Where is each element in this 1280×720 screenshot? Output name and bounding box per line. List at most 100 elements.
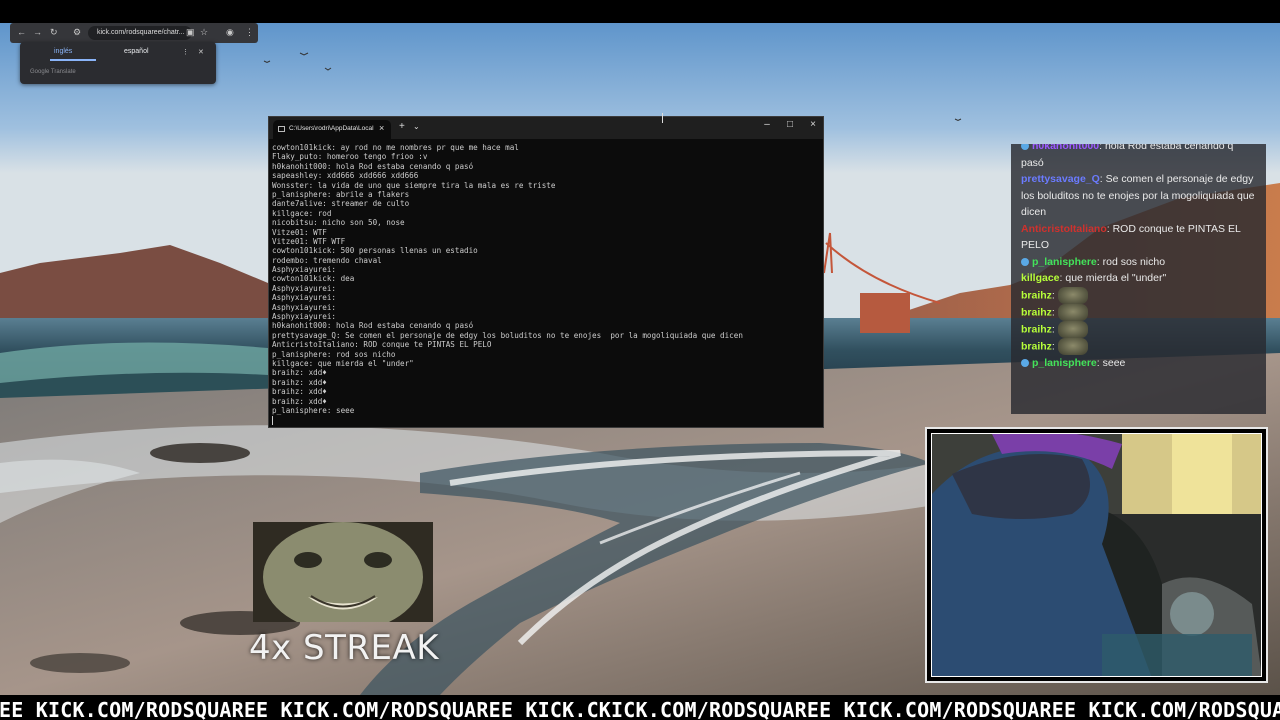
chat-message: braihz: bbox=[1011, 337, 1266, 355]
chat-username[interactable]: braihz bbox=[1021, 306, 1052, 318]
chat-username[interactable]: braihz bbox=[1021, 289, 1052, 301]
chat-text: : bbox=[1051, 339, 1055, 352]
chat-username[interactable]: braihz bbox=[1021, 340, 1052, 352]
translate-icon[interactable]: ▣ bbox=[186, 27, 195, 38]
terminal-line: cowton101kick: ay rod no me nombres pr q… bbox=[272, 143, 519, 152]
forward-icon[interactable]: → bbox=[33, 27, 42, 37]
reload-icon[interactable]: ↻ bbox=[50, 27, 58, 38]
chat-message: h0kanohit000: hola Rod estaba cenando q … bbox=[1011, 144, 1266, 171]
new-tab-icon[interactable]: + bbox=[399, 121, 405, 132]
minimize-icon[interactable]: – bbox=[757, 119, 777, 130]
terminal-line: cowton101kick: 500 personas llenas un es… bbox=[272, 246, 478, 256]
webcam-scene bbox=[932, 434, 1261, 676]
terminal-line: h0kanohit000: hola Rod estaba cenando q … bbox=[272, 321, 474, 331]
terminal-icon bbox=[278, 126, 285, 132]
chat-text: : rod sos nicho bbox=[1096, 255, 1166, 268]
chat-username[interactable]: p_lanisphere bbox=[1032, 256, 1097, 268]
chat-message: prettysavage_Q: Se comen el personaje de… bbox=[1011, 171, 1266, 221]
chat-emote-icon bbox=[1057, 303, 1088, 321]
chat-message: p_lanisphere: rod sos nicho bbox=[1011, 254, 1266, 271]
back-icon[interactable]: ← bbox=[17, 27, 26, 37]
browser-toolbar: ← → ↻ ⚙ kick.com/rodsquaree/chatr... ▣ ☆… bbox=[10, 23, 258, 43]
chat-username[interactable]: p_lanisphere bbox=[1032, 357, 1097, 369]
chat-badge-icon bbox=[1021, 257, 1029, 266]
terminal-line: braihz: xdd♦ bbox=[272, 368, 327, 378]
terminal-line: AnticristoItaliano: ROD conque te PINTAS… bbox=[272, 340, 492, 350]
streak-alert-image bbox=[253, 522, 433, 622]
profile-icon[interactable]: ◉ bbox=[226, 27, 234, 38]
chat-username[interactable]: AnticristoItaliano bbox=[1021, 223, 1107, 235]
terminal-line: dante7alive: streamer de culto bbox=[272, 199, 410, 209]
close-icon[interactable]: × bbox=[803, 119, 823, 130]
terminal-line: h0kanohit000: hola Rod estaba cenando q … bbox=[272, 161, 474, 171]
terminal-line: cowton101kick: dea bbox=[272, 274, 355, 284]
chat-badge-icon bbox=[1021, 144, 1029, 151]
terminal-line: Asphyxiayurei: bbox=[272, 302, 337, 312]
mouse-cursor bbox=[662, 113, 663, 123]
tab-close-icon[interactable]: × bbox=[379, 123, 384, 133]
terminal-window[interactable]: C:\Users\rodri\AppData\Local × + ⌄ – □ ×… bbox=[268, 116, 824, 428]
translate-close-icon[interactable]: ✕ bbox=[198, 48, 204, 56]
active-lang-underline bbox=[50, 59, 96, 61]
terminal-output[interactable]: cowton101kick: ay rod no me nombres pr q… bbox=[272, 143, 820, 426]
terminal-line: Wonsster: la vida de uno que siempre tir… bbox=[272, 180, 556, 190]
terminal-line: nicobitsu: nicho son 50, nose bbox=[272, 218, 405, 228]
chat-overlay: h0kanohit000: hola Rod estaba cenando q … bbox=[1011, 144, 1266, 414]
address-bar[interactable]: kick.com/rodsquaree/chatr... bbox=[88, 26, 192, 40]
terminal-tab[interactable]: C:\Users\rodri\AppData\Local × bbox=[273, 120, 391, 139]
maximize-icon[interactable]: □ bbox=[780, 119, 800, 130]
bookmark-star-icon[interactable]: ☆ bbox=[200, 27, 208, 38]
terminal-line: Asphyxiayurei: bbox=[272, 283, 337, 293]
chat-emote-icon bbox=[1057, 320, 1088, 338]
terminal-line: sapeashley: xdd666 xdd666 xdd666 bbox=[272, 171, 419, 181]
top-black-bar bbox=[0, 0, 1280, 23]
chat-emote-icon bbox=[1057, 286, 1088, 304]
site-settings-icon[interactable]: ⚙ bbox=[73, 27, 81, 38]
terminal-line: p_lanisphere: abrile a flakers bbox=[272, 189, 410, 199]
terminal-line: Asphyxiayurei: bbox=[272, 293, 337, 303]
webcam-frame bbox=[925, 427, 1268, 683]
chat-message: killgace: que mierda el "under" bbox=[1011, 270, 1266, 287]
chat-message: braihz: bbox=[1011, 303, 1266, 321]
terminal-line: p_lanisphere: rod sos nicho bbox=[272, 349, 396, 359]
ticker-bar: EE KICK.COM/RODSQUAREE KICK.COM/RODSQUAR… bbox=[0, 697, 1280, 720]
terminal-line: Vitze01: WTF WTF bbox=[272, 236, 346, 246]
chat-username[interactable]: prettysavage_Q bbox=[1021, 173, 1100, 185]
terminal-line: braihz: xdd♦ bbox=[272, 377, 327, 387]
terminal-line: braihz: xdd♦ bbox=[272, 396, 327, 406]
terminal-titlebar[interactable]: C:\Users\rodri\AppData\Local × + ⌄ – □ × bbox=[269, 117, 823, 139]
chat-message: AnticristoItaliano: ROD conque te PINTAS… bbox=[1011, 221, 1266, 254]
translate-popup: inglés español ⋮ ✕ Google Translate bbox=[20, 42, 216, 84]
chat-message: braihz: bbox=[1011, 286, 1266, 304]
chat-text: : que mierda el "under" bbox=[1059, 272, 1167, 284]
terminal-cursor bbox=[272, 416, 273, 426]
terminal-tab-title: C:\Users\rodri\AppData\Local bbox=[289, 125, 374, 132]
chat-message: p_lanisphere: seee bbox=[1011, 355, 1266, 372]
terminal-line: killgace: que mierda el "under" bbox=[272, 358, 414, 368]
chat-message: braihz: bbox=[1011, 320, 1266, 338]
chat-text: : bbox=[1051, 288, 1055, 301]
translate-lang-target[interactable]: español bbox=[124, 48, 149, 55]
tab-dropdown-icon[interactable]: ⌄ bbox=[413, 122, 420, 131]
translate-footer: Google Translate bbox=[30, 69, 76, 75]
terminal-line: Asphyxiayurei: bbox=[272, 265, 337, 275]
terminal-line: p_lanisphere: seee bbox=[272, 405, 355, 415]
chat-emote-icon bbox=[1057, 337, 1088, 355]
terminal-line: killgace: rod bbox=[272, 208, 332, 218]
streak-label: 4x STREAK bbox=[249, 628, 440, 668]
translate-lang-source[interactable]: inglés bbox=[54, 48, 72, 55]
chat-text: : bbox=[1051, 305, 1055, 318]
terminal-line: Flaky_puto: homeroo tengo frioo :v bbox=[272, 152, 428, 162]
chat-username[interactable]: h0kanohit000 bbox=[1032, 144, 1099, 152]
chat-text: : seee bbox=[1096, 356, 1126, 369]
terminal-line: Asphyxiayurei: bbox=[272, 312, 337, 322]
terminal-line: braihz: xdd♦ bbox=[272, 387, 327, 397]
terminal-line: rodembo: tremendo chaval bbox=[272, 255, 382, 265]
chat-badge-icon bbox=[1021, 358, 1029, 367]
cat-face bbox=[253, 522, 433, 622]
translate-more-icon[interactable]: ⋮ bbox=[182, 48, 189, 56]
chat-username[interactable]: braihz bbox=[1021, 323, 1052, 335]
chat-text: : bbox=[1051, 322, 1055, 335]
menu-icon[interactable]: ⋮ bbox=[245, 27, 254, 38]
chat-username[interactable]: killgace bbox=[1021, 272, 1060, 284]
